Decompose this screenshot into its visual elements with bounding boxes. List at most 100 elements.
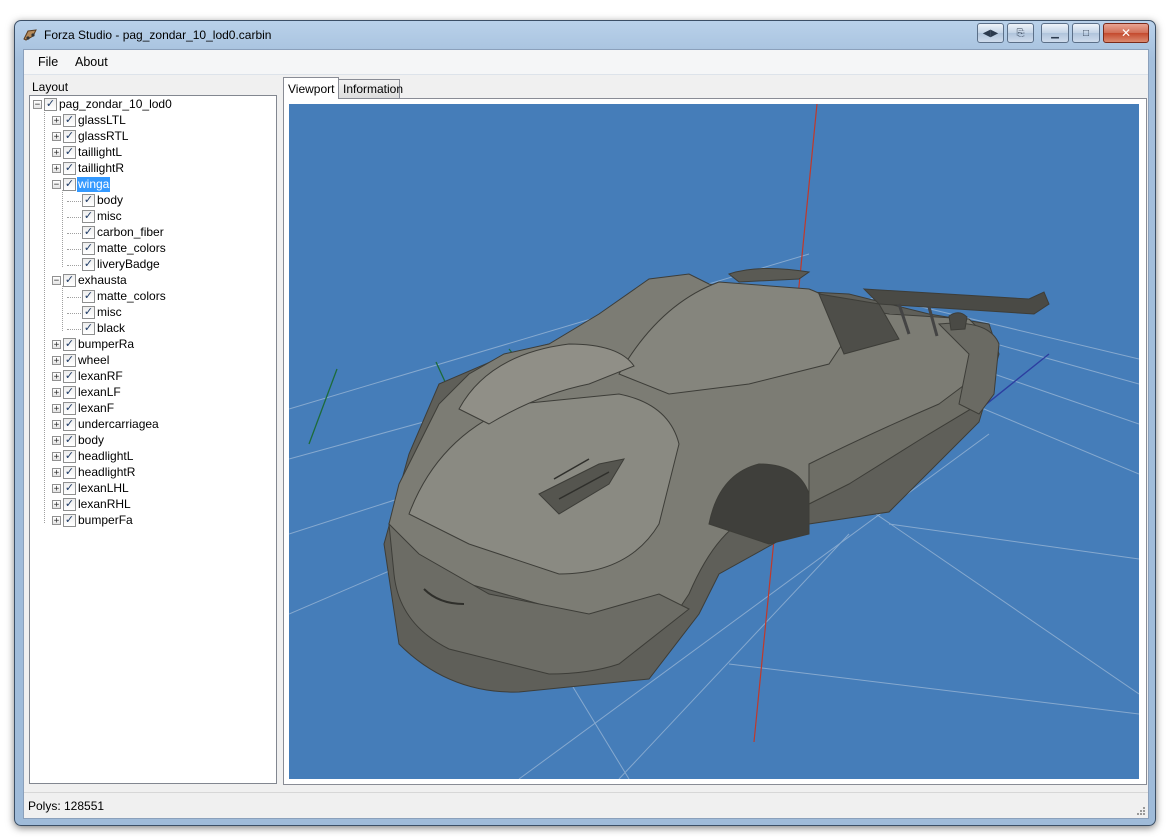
tree-node-winga[interactable]: − ✓ winga xyxy=(30,177,270,193)
tree-node-exhausta[interactable]: − ✓ exhausta xyxy=(30,273,270,289)
checkbox-checked-icon[interactable]: ✓ xyxy=(63,130,76,143)
tree-node[interactable]: + ✓ lexanRF xyxy=(30,369,270,385)
expand-icon[interactable]: + xyxy=(52,164,61,174)
tree-node[interactable]: + ✓ lexanLHL xyxy=(30,481,270,497)
collapse-icon[interactable]: − xyxy=(52,180,61,190)
checkbox-checked-icon[interactable]: ✓ xyxy=(63,482,76,495)
checkbox-checked-icon[interactable]: ✓ xyxy=(82,290,95,303)
checkbox-checked-icon[interactable]: ✓ xyxy=(63,354,76,367)
tree-child-node[interactable]: ✓ matte_colors xyxy=(30,241,270,257)
checkbox-checked-icon[interactable]: ✓ xyxy=(63,498,76,511)
expand-icon[interactable]: + xyxy=(52,356,61,366)
expand-icon[interactable]: + xyxy=(52,116,61,126)
expand-icon[interactable]: + xyxy=(52,484,61,494)
tab-viewport[interactable]: Viewport xyxy=(283,77,339,99)
tree-node[interactable]: + ✓ lexanLF xyxy=(30,385,270,401)
tree-child-node[interactable]: ✓ misc xyxy=(30,209,270,225)
checkbox-checked-icon[interactable]: ✓ xyxy=(82,194,95,207)
checkbox-checked-icon[interactable]: ✓ xyxy=(63,386,76,399)
expand-icon[interactable]: + xyxy=(52,420,61,430)
tree-child-node[interactable]: ✓ black xyxy=(30,321,270,337)
tree-node-label: body xyxy=(78,433,105,447)
tab-information[interactable]: Information xyxy=(338,79,403,99)
tree-node[interactable]: + ✓ undercarriagea xyxy=(30,417,270,433)
checkbox-checked-icon[interactable]: ✓ xyxy=(63,162,76,175)
tree-node[interactable]: + ✓ bumperRa xyxy=(30,337,270,353)
tree-node[interactable]: + ✓ taillightR xyxy=(30,161,270,177)
checkbox-checked-icon[interactable]: ✓ xyxy=(63,466,76,479)
checkbox-checked-icon[interactable]: ✓ xyxy=(63,146,76,159)
tree-node[interactable]: + ✓ glassRTL xyxy=(30,129,270,145)
tree-node[interactable]: + ✓ lexanF xyxy=(30,401,270,417)
tree-node-label: misc xyxy=(97,209,122,223)
tree-node[interactable]: + ✓ body xyxy=(30,433,270,449)
checkbox-checked-icon[interactable]: ✓ xyxy=(63,402,76,415)
tree-node-label: liveryBadge xyxy=(97,257,160,271)
menu-file[interactable]: File xyxy=(38,55,58,69)
tree-node[interactable]: + ✓ headlightL xyxy=(30,449,270,465)
tree-node[interactable]: + ✓ lexanRHL xyxy=(30,497,270,513)
tree-child-node[interactable]: ✓ liveryBadge xyxy=(30,257,270,273)
tree-child-node[interactable]: ✓ misc xyxy=(30,305,270,321)
tree-node[interactable]: + ✓ bumperFa xyxy=(30,513,270,529)
checkbox-checked-icon[interactable]: ✓ xyxy=(63,418,76,431)
tree-child-node[interactable]: ✓ matte_colors xyxy=(30,289,270,305)
collapse-icon[interactable]: − xyxy=(52,276,61,286)
expand-icon[interactable]: + xyxy=(52,500,61,510)
tree-node[interactable]: + ✓ headlightR xyxy=(30,465,270,481)
tree-node-root[interactable]: − ✓ pag_zondar_10_lod0 xyxy=(30,97,270,113)
checkbox-checked-icon[interactable]: ✓ xyxy=(63,450,76,463)
expand-icon[interactable]: + xyxy=(52,388,61,398)
tree-node[interactable]: + ✓ taillightL xyxy=(30,145,270,161)
tree-node-label: black xyxy=(97,321,126,335)
expand-icon[interactable]: + xyxy=(52,452,61,462)
maximize-button[interactable]: □ xyxy=(1072,23,1100,43)
minimize-button[interactable]: ▁ xyxy=(1041,23,1069,43)
expand-icon[interactable]: + xyxy=(52,372,61,382)
checkbox-checked-icon[interactable]: ✓ xyxy=(63,370,76,383)
checkbox-checked-icon[interactable]: ✓ xyxy=(63,434,76,447)
tree-node[interactable]: + ✓ glassLTL xyxy=(30,113,270,129)
expand-icon[interactable]: + xyxy=(52,404,61,414)
checkbox-checked-icon[interactable]: ✓ xyxy=(82,258,95,271)
checkbox-checked-icon[interactable]: ✓ xyxy=(63,178,76,191)
expand-icon[interactable]: + xyxy=(52,516,61,526)
menu-about[interactable]: About xyxy=(75,55,108,69)
title-bar[interactable]: Forza Studio - pag_zondar_10_lod0.carbin… xyxy=(15,21,1155,49)
checkbox-checked-icon[interactable]: ✓ xyxy=(82,306,95,319)
tree-node[interactable]: + ✓ wheel xyxy=(30,353,270,369)
close-button[interactable]: ✕ xyxy=(1103,23,1149,43)
arrows-icon: ◀▶ xyxy=(982,27,999,39)
tree-node-label: lexanLHL xyxy=(78,481,129,495)
car-model xyxy=(383,267,1050,693)
client-area: File About Layout − ✓ pag_zondar_10_lod0 xyxy=(23,49,1149,819)
restore-arrows-button[interactable]: ◀▶ xyxy=(977,23,1004,43)
tree-node-label: taillightL xyxy=(78,145,123,159)
window-title: Forza Studio - pag_zondar_10_lod0.carbin xyxy=(44,28,272,42)
green-axis-line xyxy=(308,368,338,445)
checkbox-checked-icon[interactable]: ✓ xyxy=(63,274,76,287)
checkbox-checked-icon[interactable]: ✓ xyxy=(63,338,76,351)
expand-icon[interactable]: + xyxy=(52,132,61,142)
expand-icon[interactable]: + xyxy=(52,148,61,158)
tree-child-node[interactable]: ✓ body xyxy=(30,193,270,209)
checkbox-checked-icon[interactable]: ✓ xyxy=(82,242,95,255)
resize-grip-icon[interactable] xyxy=(1135,805,1145,815)
checkbox-checked-icon[interactable]: ✓ xyxy=(63,114,76,127)
title-bar-buttons: ◀▶ ⎘ ▁ □ ✕ xyxy=(977,23,1149,43)
tree-node-label-selected: winga xyxy=(77,177,111,192)
checkbox-checked-icon[interactable]: ✓ xyxy=(63,514,76,527)
expand-icon[interactable]: + xyxy=(52,340,61,350)
tree-child-node[interactable]: ✓ carbon_fiber xyxy=(30,225,270,241)
checkbox-checked-icon[interactable]: ✓ xyxy=(82,322,95,335)
tree-node-label: undercarriagea xyxy=(78,417,159,431)
checkbox-checked-icon[interactable]: ✓ xyxy=(82,226,95,239)
export-button[interactable]: ⎘ xyxy=(1007,23,1034,43)
layout-tree[interactable]: − ✓ pag_zondar_10_lod0 + ✓ glassLTL + ✓ … xyxy=(29,95,277,784)
checkbox-checked-icon[interactable]: ✓ xyxy=(44,98,57,111)
checkbox-checked-icon[interactable]: ✓ xyxy=(82,210,95,223)
3d-viewport[interactable] xyxy=(289,104,1139,779)
expand-icon[interactable]: + xyxy=(52,468,61,478)
expand-icon[interactable]: + xyxy=(52,436,61,446)
collapse-icon[interactable]: − xyxy=(33,100,42,110)
